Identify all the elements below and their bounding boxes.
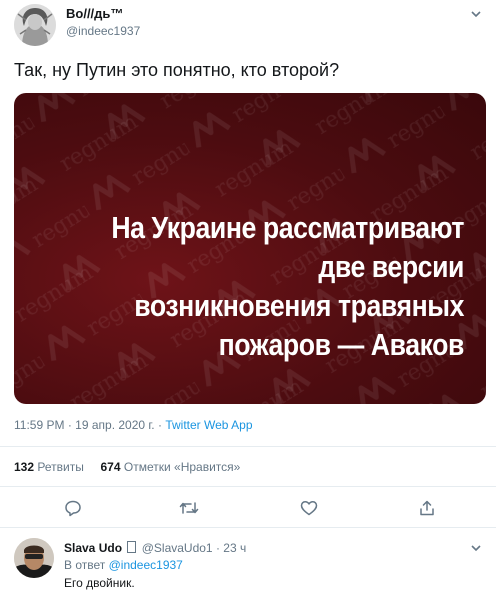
separator: · [158, 418, 162, 432]
divider [0, 446, 496, 447]
tweet-timestamp-line: 11:59 PM · 19 апр. 2020 г. · Twitter Web… [14, 418, 253, 432]
tweet-text: Так, ну Путин это понятно, кто второй? [14, 60, 340, 80]
divider [0, 486, 496, 487]
retweets-stat[interactable]: 132 Ретвиты [14, 460, 84, 474]
headline-line: пожаров — Аваков [218, 327, 465, 362]
separator: · [215, 541, 220, 555]
tweet-time[interactable]: 11:59 PM [14, 418, 64, 432]
chevron-down-icon[interactable] [468, 6, 484, 22]
tweet-date[interactable]: 19 апр. 2020 г. [75, 418, 154, 432]
share-icon[interactable] [416, 497, 438, 519]
reply-age[interactable]: 23 ч [223, 541, 246, 555]
reply-text: Его двойник. [64, 576, 135, 590]
source-app-link[interactable]: Twitter Web App [165, 418, 252, 432]
reply-to-link[interactable]: @indeec1937 [109, 558, 183, 572]
headline-line: две версии [318, 249, 464, 284]
tweet-stats: 132 Ретвиты 674 Отметки «Нравится» [14, 460, 240, 474]
chevron-down-icon[interactable] [468, 540, 484, 556]
headline-line: На Украине рассматривают [111, 210, 465, 245]
tweet-media-image[interactable]: regnum regnum На Украине рассматривают д… [14, 93, 486, 404]
reply-prefix: В ответ [64, 558, 106, 572]
headline-line: возникновения травяных [134, 288, 464, 323]
reply-context: В ответ @indeec1937 [64, 558, 183, 572]
reply-author-name[interactable]: Slava Udo [64, 541, 122, 555]
media-headline: На Украине рассматривают две версии возн… [86, 208, 464, 364]
divider [0, 527, 496, 528]
retweet-icon[interactable] [178, 497, 200, 519]
reply-author-line: Slava Udo @SlavaUdo1 · 23 ч [64, 541, 246, 555]
like-icon[interactable] [298, 497, 320, 519]
reply-icon[interactable] [62, 497, 84, 519]
likes-stat[interactable]: 674 Отметки «Нравится» [101, 460, 241, 474]
author-handle[interactable]: @indeec1937 [66, 24, 140, 38]
author-display-name[interactable]: Bo///дь™ [66, 6, 123, 21]
separator: · [67, 418, 72, 432]
author-avatar[interactable] [14, 4, 56, 46]
flag-icon [127, 541, 137, 553]
reply-author-handle[interactable]: @SlavaUdo1 [142, 541, 213, 555]
reply-author-avatar[interactable] [14, 538, 54, 578]
